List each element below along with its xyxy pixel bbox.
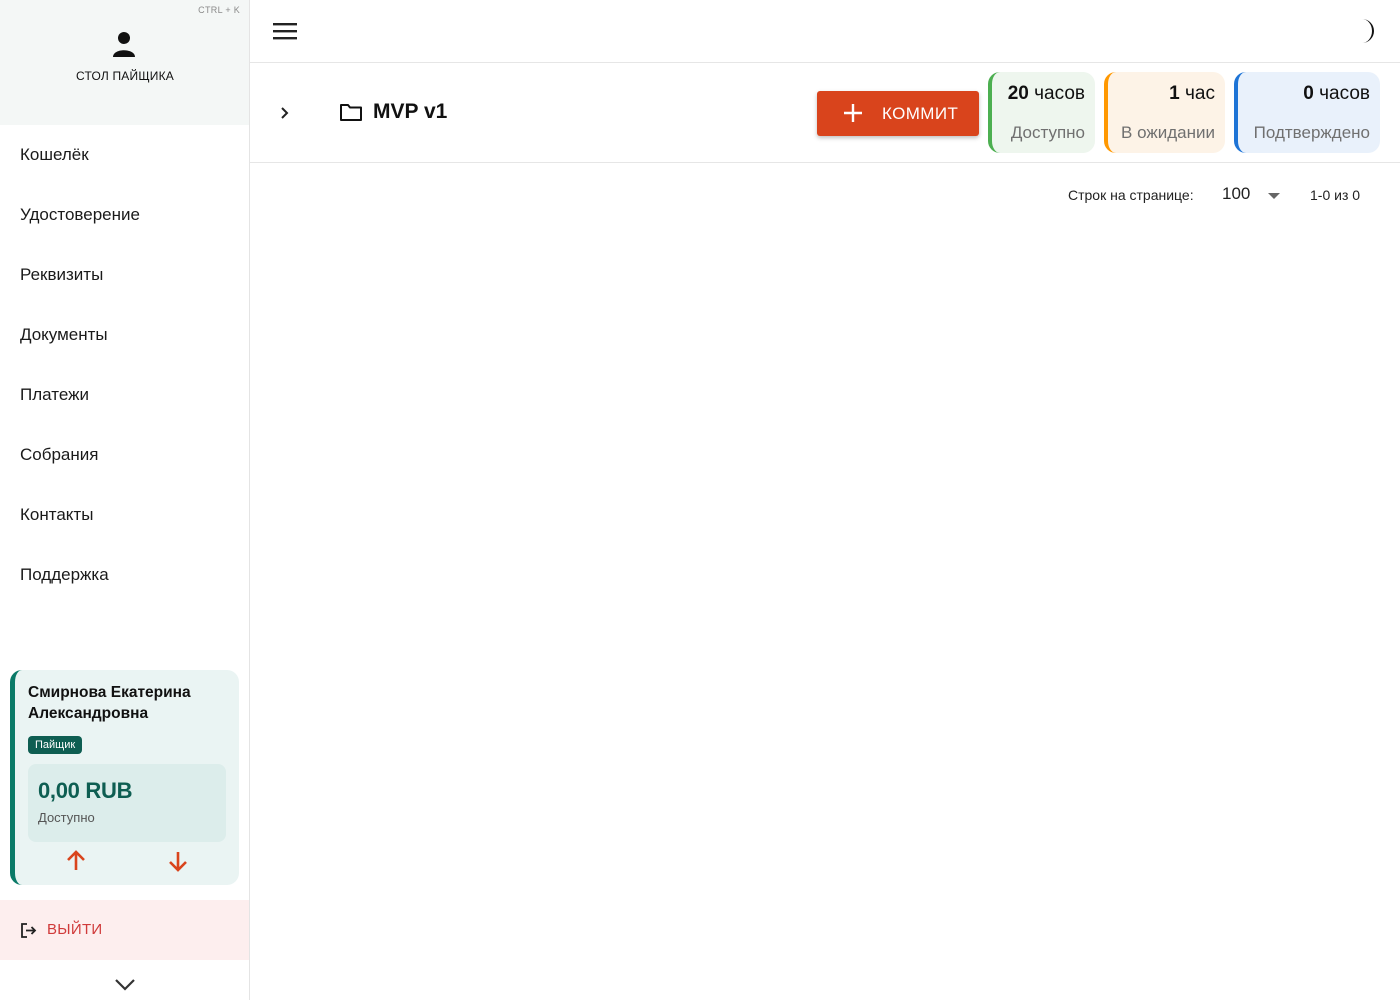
sidebar-item-wallet[interactable]: Кошелёк (0, 125, 249, 185)
commit-button[interactable]: КОММИТ (817, 91, 979, 136)
sidebar-nav: Кошелёк Удостоверение Реквизиты Документ… (0, 125, 249, 605)
sidebar-header: CTRL + K СТОЛ ПАЙЩИКА (0, 0, 249, 125)
user-name: Смирнова Екатерина Александровна (28, 684, 191, 722)
balance-label: Доступно (38, 810, 95, 825)
top-bar (250, 0, 1400, 63)
page-range: 1-0 из 0 (1310, 187, 1361, 203)
rows-per-page-label: Строк на странице: (1068, 187, 1194, 203)
logout-button[interactable]: ВЫЙТИ (0, 900, 249, 960)
rows-per-page-select[interactable]: 100 (1218, 183, 1302, 209)
logout-label: ВЫЙТИ (47, 921, 103, 938)
rows-per-page-value: 100 (1222, 184, 1251, 203)
stat-pending-label: В ожидании (1121, 123, 1215, 142)
sidebar-title: СТОЛ ПАЙЩИКА (76, 69, 174, 83)
stat-confirmed-label: Подтверждено (1253, 123, 1370, 142)
stat-available: 20 часов Доступно (988, 72, 1095, 153)
plus-icon (844, 104, 862, 122)
sidebar-item-meetings[interactable]: Собрания (0, 425, 249, 485)
menu-icon[interactable] (273, 20, 299, 42)
user-card: Смирнова Екатерина Александровна Пайщик … (10, 670, 239, 885)
caret-down-icon (1268, 193, 1280, 199)
balance-box: 0,00 RUB Доступно (28, 764, 226, 842)
arrow-down-icon[interactable] (167, 850, 189, 872)
role-badge: Пайщик (28, 736, 83, 754)
balance-amount: 0,00 RUB (38, 778, 133, 803)
sidebar-item-requisites[interactable]: Реквизиты (0, 245, 249, 305)
chevron-right-icon[interactable] (277, 103, 293, 123)
arrow-up-icon[interactable] (65, 850, 87, 872)
user-icon (113, 32, 135, 57)
sidebar-item-support[interactable]: Поддержка (0, 545, 249, 605)
stat-available-label: Доступно (1010, 123, 1085, 142)
pagination: Строк на странице: 100 1-0 из 0 (250, 163, 1400, 227)
moon-icon[interactable] (1356, 17, 1380, 45)
stat-confirmed: 0 часов Подтверждено (1234, 72, 1380, 153)
project-header: MVP v1 КОММИТ 20 часов Доступно 1 час В … (250, 63, 1400, 163)
sidebar-item-contacts[interactable]: Контакты (0, 485, 249, 545)
stat-pending: 1 час В ожидании (1104, 72, 1225, 153)
sidebar: CTRL + K СТОЛ ПАЙЩИКА Кошелёк Удостовере… (0, 0, 250, 1000)
folder-icon (340, 104, 362, 121)
commit-label: КОММИТ (882, 104, 959, 123)
app: CTRL + K СТОЛ ПАЙЩИКА Кошелёк Удостовере… (0, 0, 1400, 1000)
sidebar-item-documents[interactable]: Документы (0, 305, 249, 365)
chevron-down-icon[interactable] (114, 976, 136, 992)
sidebar-item-payments[interactable]: Платежи (0, 365, 249, 425)
stat-confirmed-value: 0 часов (1303, 83, 1370, 104)
sidebar-item-certificate[interactable]: Удостоверение (0, 185, 249, 245)
shortcut-hint: CTRL + K (198, 5, 240, 15)
project-title: MVP v1 (373, 100, 448, 123)
logout-icon (21, 923, 37, 938)
stat-available-value: 20 часов (1007, 83, 1085, 104)
stat-pending-value: 1 час (1169, 83, 1215, 104)
